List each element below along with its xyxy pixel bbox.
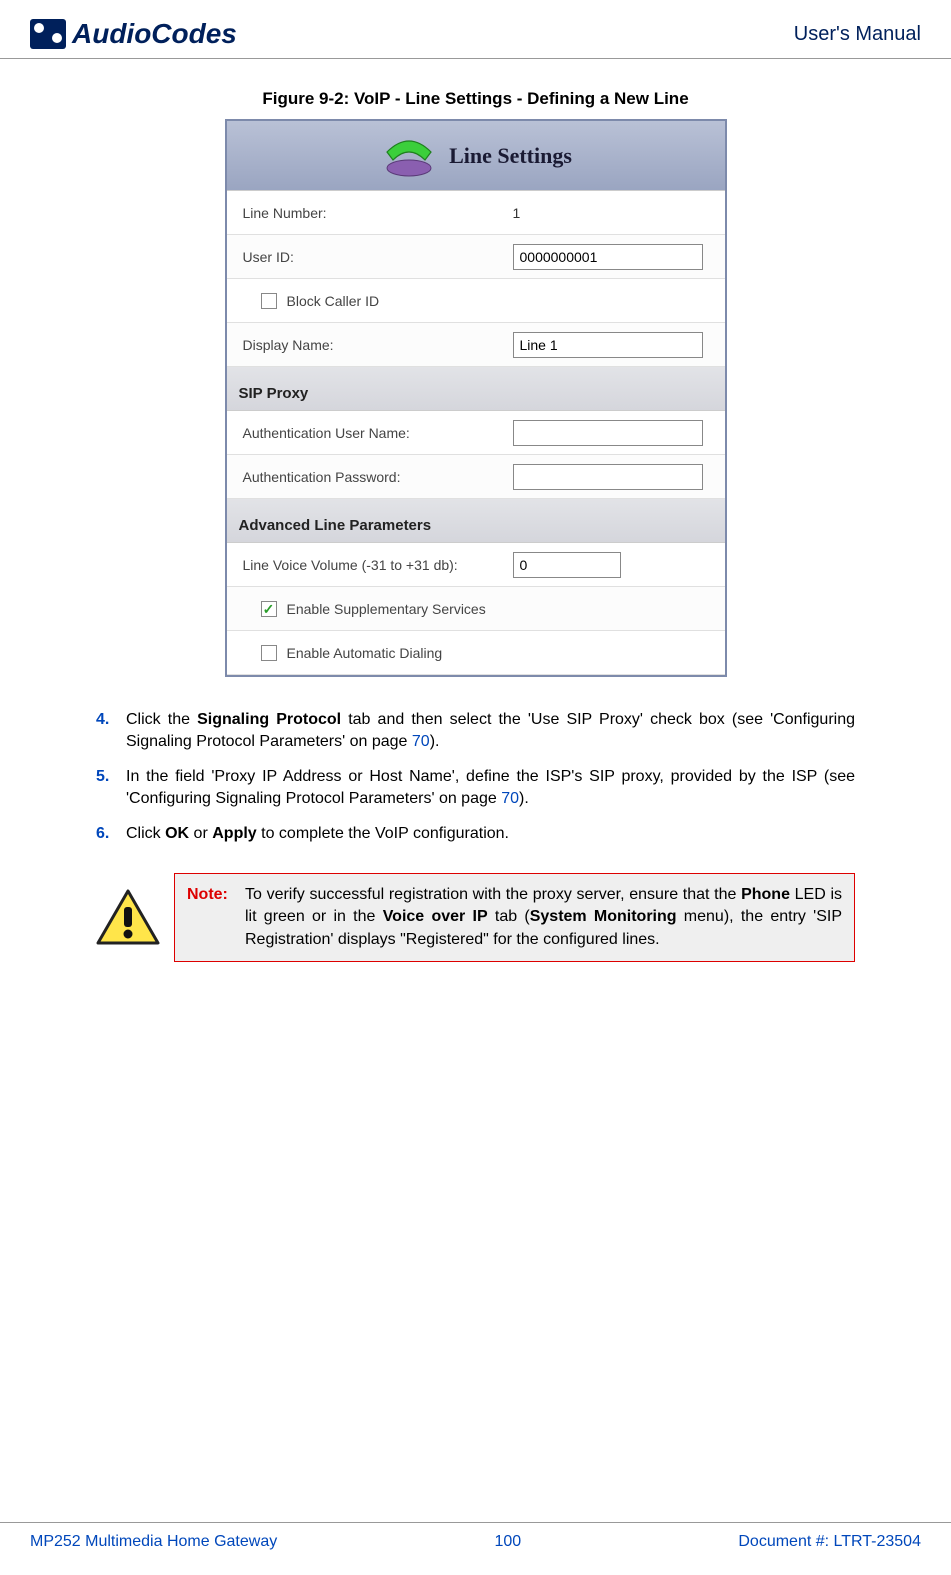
auto-dial-label: Enable Automatic Dialing xyxy=(287,645,443,661)
footer-right: Document #: LTRT-23504 xyxy=(738,1533,921,1551)
auto-dial-checkbox[interactable] xyxy=(261,645,277,661)
warning-icon xyxy=(96,889,160,947)
auth-user-input[interactable] xyxy=(513,420,703,446)
row-block-caller-id: Block Caller ID xyxy=(227,279,725,323)
block-caller-id-label: Block Caller ID xyxy=(287,293,380,309)
brand-logo: AudioCodes xyxy=(30,18,237,50)
settings-title-bar: Line Settings xyxy=(227,121,725,191)
voice-volume-input[interactable] xyxy=(513,552,621,578)
step-4-body: Click the Signaling Protocol tab and the… xyxy=(126,709,855,754)
note-box: Note: To verify successful registration … xyxy=(174,873,855,962)
row-voice-volume: Line Voice Volume (-31 to +31 db): xyxy=(227,543,725,587)
row-auth-user: Authentication User Name: xyxy=(227,411,725,455)
row-display-name: Display Name: xyxy=(227,323,725,367)
row-supp-services: ✓ Enable Supplementary Services xyxy=(227,587,725,631)
display-name-label: Display Name: xyxy=(243,337,513,353)
section-sip-proxy: SIP Proxy xyxy=(227,367,725,411)
row-line-number: Line Number: 1 xyxy=(227,191,725,235)
step-5-page-link[interactable]: 70 xyxy=(501,790,519,807)
row-auto-dial: Enable Automatic Dialing xyxy=(227,631,725,675)
supp-services-checkbox[interactable]: ✓ xyxy=(261,601,277,617)
block-caller-id-checkbox[interactable] xyxy=(261,293,277,309)
step-6-body: Click OK or Apply to complete the VoIP c… xyxy=(126,823,855,845)
footer-page-number: 100 xyxy=(494,1533,521,1551)
step-5: 5. In the field 'Proxy IP Address or Hos… xyxy=(96,766,855,811)
step-5-number: 5. xyxy=(96,766,126,811)
auth-pass-input[interactable] xyxy=(513,464,703,490)
auth-pass-label: Authentication Password: xyxy=(243,469,513,485)
settings-screenshot: Line Settings Line Number: 1 User ID: Bl… xyxy=(225,119,727,677)
page-footer: MP252 Multimedia Home Gateway 100 Docume… xyxy=(0,1522,951,1575)
step-5-body: In the field 'Proxy IP Address or Host N… xyxy=(126,766,855,811)
manual-title: User's Manual xyxy=(794,23,921,46)
auth-user-label: Authentication User Name: xyxy=(243,425,513,441)
footer-left: MP252 Multimedia Home Gateway xyxy=(30,1533,277,1551)
line-number-label: Line Number: xyxy=(243,205,513,221)
step-4-number: 4. xyxy=(96,709,126,754)
step-6: 6. Click OK or Apply to complete the VoI… xyxy=(96,823,855,845)
step-6-number: 6. xyxy=(96,823,126,845)
voice-volume-label: Line Voice Volume (-31 to +31 db): xyxy=(243,557,513,573)
line-number-value: 1 xyxy=(513,205,521,221)
logo-icon xyxy=(30,19,66,49)
instruction-steps: 4. Click the Signaling Protocol tab and … xyxy=(96,709,855,845)
phone-icon xyxy=(379,134,439,178)
user-id-input[interactable] xyxy=(513,244,703,270)
note-row: Note: To verify successful registration … xyxy=(96,873,855,962)
check-icon: ✓ xyxy=(263,602,275,616)
settings-title-text: Line Settings xyxy=(449,143,572,169)
note-label: Note: xyxy=(187,884,245,951)
step-4: 4. Click the Signaling Protocol tab and … xyxy=(96,709,855,754)
user-id-label: User ID: xyxy=(243,249,513,265)
brand-name: AudioCodes xyxy=(72,18,237,50)
row-user-id: User ID: xyxy=(227,235,725,279)
row-auth-pass: Authentication Password: xyxy=(227,455,725,499)
section-advanced: Advanced Line Parameters xyxy=(227,499,725,543)
figure-caption: Figure 9-2: VoIP - Line Settings - Defin… xyxy=(96,89,855,109)
note-body: To verify successful registration with t… xyxy=(245,884,842,951)
supp-services-label: Enable Supplementary Services xyxy=(287,601,486,617)
page-header: AudioCodes User's Manual xyxy=(0,0,951,59)
display-name-input[interactable] xyxy=(513,332,703,358)
step-4-page-link[interactable]: 70 xyxy=(412,733,430,750)
